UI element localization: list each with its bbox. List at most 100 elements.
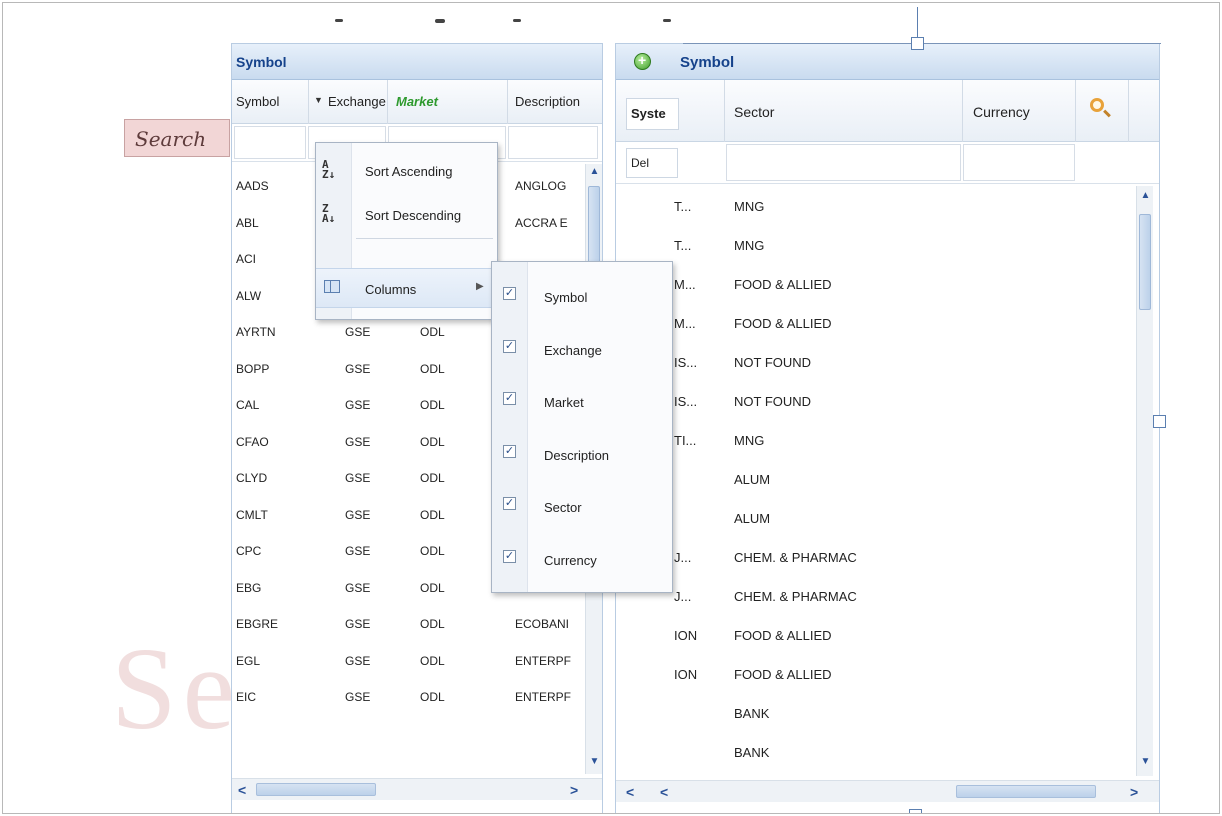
watermark-text: Se bbox=[111, 623, 241, 754]
table-row[interactable]: EBGRE GSE ODL ECOBANI bbox=[232, 607, 587, 643]
sort-descending-icon: Z A↓ bbox=[322, 202, 336, 225]
cell-sector: MNG bbox=[734, 238, 765, 253]
top-stroke bbox=[663, 19, 671, 22]
resize-handle[interactable] bbox=[911, 37, 924, 50]
column-context-menu: A Z↓ Sort Ascending Z A↓ Sort Descending C… bbox=[315, 142, 499, 320]
scroll-thumb[interactable] bbox=[1139, 214, 1151, 310]
table-row[interactable]: TI... MNG bbox=[616, 421, 1136, 461]
submenu-item-label: Exchange bbox=[544, 342, 602, 358]
cell-exchange: GSE bbox=[345, 471, 371, 485]
submenu-item-exchange[interactable]: ✓ Exchange bbox=[492, 321, 674, 373]
resize-handle[interactable] bbox=[909, 809, 922, 813]
scroll-right-icon[interactable]: > bbox=[570, 782, 578, 798]
menu-item-sort-ascending[interactable]: A Z↓ Sort Ascending bbox=[316, 151, 499, 191]
cell-sector: CHEM. & PHARMAC bbox=[734, 589, 857, 604]
checkbox-icon[interactable]: ✓ bbox=[503, 497, 516, 510]
cell-exchange: GSE bbox=[345, 690, 371, 704]
submenu-item-currency[interactable]: ✓ Currency bbox=[492, 531, 674, 583]
scroll-down-icon[interactable]: ▼ bbox=[588, 756, 601, 772]
left-column-headers: Symbol ▼ Exchange Market Description bbox=[232, 80, 602, 124]
cell-system-code: IS... bbox=[674, 355, 698, 370]
top-stroke bbox=[513, 19, 521, 22]
add-circle-icon[interactable] bbox=[634, 52, 651, 70]
filter-input-symbol[interactable] bbox=[234, 126, 306, 159]
cell-sector: NOT FOUND bbox=[734, 355, 812, 370]
table-row[interactable]: ION FOOD & ALLIED bbox=[616, 655, 1136, 695]
cell-symbol: CLYD bbox=[236, 471, 268, 485]
checkbox-icon[interactable]: ✓ bbox=[503, 549, 516, 563]
table-row[interactable]: EIC GSE ODL ENTERPF bbox=[232, 680, 587, 716]
cell-system-code: T... bbox=[674, 199, 692, 214]
scroll-left-icon[interactable]: < bbox=[238, 782, 246, 798]
cell-exchange: GSE bbox=[345, 580, 371, 595]
checkbox-icon[interactable]: ✓ bbox=[503, 444, 516, 458]
cell-sector: ALUM bbox=[734, 472, 771, 487]
checkbox-icon[interactable]: ✓ bbox=[503, 287, 516, 300]
scroll-up-icon[interactable]: ▲ bbox=[588, 166, 601, 182]
left-grid-header: Symbol bbox=[232, 44, 602, 80]
scroll-thumb[interactable] bbox=[956, 785, 1096, 798]
cell-sector: NOT FOUND bbox=[734, 394, 812, 409]
column-header-system[interactable]: Syste bbox=[626, 98, 679, 130]
submenu-item-symbol[interactable]: ✓ Symbol bbox=[492, 268, 674, 320]
column-header-market[interactable]: Market bbox=[396, 94, 438, 109]
filter-input-sector[interactable] bbox=[726, 144, 961, 181]
scroll-up-icon[interactable]: ▲ bbox=[1139, 190, 1152, 206]
right-grid-title: Symbol bbox=[680, 54, 735, 71]
column-header-exchange[interactable]: Exchange bbox=[328, 94, 386, 109]
table-row[interactable]: M... FOOD & ALLIED bbox=[616, 304, 1136, 344]
column-header-description[interactable]: Description bbox=[515, 94, 580, 109]
cell-sector: MNG bbox=[734, 199, 765, 214]
table-row[interactable]: T... MNG bbox=[616, 187, 1136, 227]
table-row[interactable]: J... CHEM. & PHARMAC bbox=[616, 577, 1136, 617]
left-horizontal-scrollbar[interactable]: < > bbox=[232, 778, 602, 800]
column-header-symbol[interactable]: Symbol bbox=[236, 94, 279, 109]
submenu-item-description[interactable]: ✓ Description bbox=[492, 426, 674, 478]
right-grid-header: Symbol bbox=[616, 44, 1159, 80]
scroll-thumb[interactable] bbox=[256, 783, 376, 796]
checkbox-icon[interactable]: ✓ bbox=[503, 339, 516, 353]
scroll-right-icon[interactable]: > bbox=[1130, 784, 1138, 800]
submenu-item-sector[interactable]: ✓ Sector bbox=[492, 478, 674, 530]
table-row[interactable]: ALUM bbox=[616, 499, 1136, 539]
menu-item-columns[interactable]: Columns ▶ bbox=[316, 268, 499, 308]
right-horizontal-scrollbar[interactable]: < < > bbox=[616, 780, 1159, 802]
filter-delete-button[interactable]: Del bbox=[626, 148, 678, 178]
table-row[interactable]: IS... NOT FOUND bbox=[616, 343, 1136, 383]
cell-system-code: J... bbox=[674, 550, 692, 565]
scroll-down-icon[interactable]: ▼ bbox=[1139, 756, 1152, 772]
rotation-handle-line bbox=[917, 7, 918, 37]
search-icon[interactable] bbox=[1090, 98, 1104, 112]
table-row[interactable]: EGL GSE ODL ENTERPF bbox=[232, 644, 587, 680]
table-row[interactable]: ION FOOD & ALLIED bbox=[616, 616, 1136, 656]
filter-input-currency[interactable] bbox=[963, 144, 1075, 181]
table-row[interactable]: ALUM bbox=[616, 460, 1136, 500]
scroll-left-icon[interactable]: < bbox=[626, 784, 634, 800]
table-row[interactable]: M... FOOD & ALLIED bbox=[616, 265, 1136, 305]
top-stroke bbox=[435, 19, 445, 23]
checkbox-icon[interactable]: ✓ bbox=[503, 392, 516, 405]
cell-sector: BANK bbox=[734, 706, 770, 721]
submenu-item-market[interactable]: ✓ Market bbox=[492, 373, 674, 425]
top-stroke bbox=[335, 19, 343, 22]
scroll-left-icon[interactable]: < bbox=[660, 784, 668, 800]
table-row[interactable]: J... CHEM. & PHARMAC bbox=[616, 538, 1136, 578]
filter-input-description[interactable] bbox=[508, 126, 598, 159]
table-row[interactable]: IS... NOT FOUND bbox=[616, 382, 1136, 422]
table-row[interactable]: BANK bbox=[616, 733, 1136, 773]
scroll-thumb[interactable] bbox=[588, 186, 600, 266]
table-row[interactable]: BANK bbox=[616, 694, 1136, 734]
cell-sector: CHEM. & PHARMAC bbox=[734, 550, 857, 565]
cell-symbol: ACI bbox=[236, 252, 257, 266]
cell-description: ANGLOG bbox=[515, 179, 567, 193]
column-header-currency[interactable]: Currency bbox=[973, 104, 1030, 120]
cell-symbol: EIC bbox=[236, 690, 257, 704]
column-menu-dropdown-icon[interactable]: ▼ bbox=[314, 95, 323, 105]
column-header-sector[interactable]: Sector bbox=[734, 104, 774, 120]
menu-item-sort-descending[interactable]: Z A↓ Sort Descending bbox=[316, 195, 499, 235]
cell-symbol: CFAO bbox=[236, 434, 269, 449]
right-vertical-scrollbar[interactable]: ▲ ▼ bbox=[1136, 186, 1153, 776]
cell-symbol: CMLT bbox=[236, 507, 268, 522]
table-row[interactable]: T... MNG bbox=[616, 226, 1136, 266]
resize-handle[interactable] bbox=[1153, 415, 1166, 428]
